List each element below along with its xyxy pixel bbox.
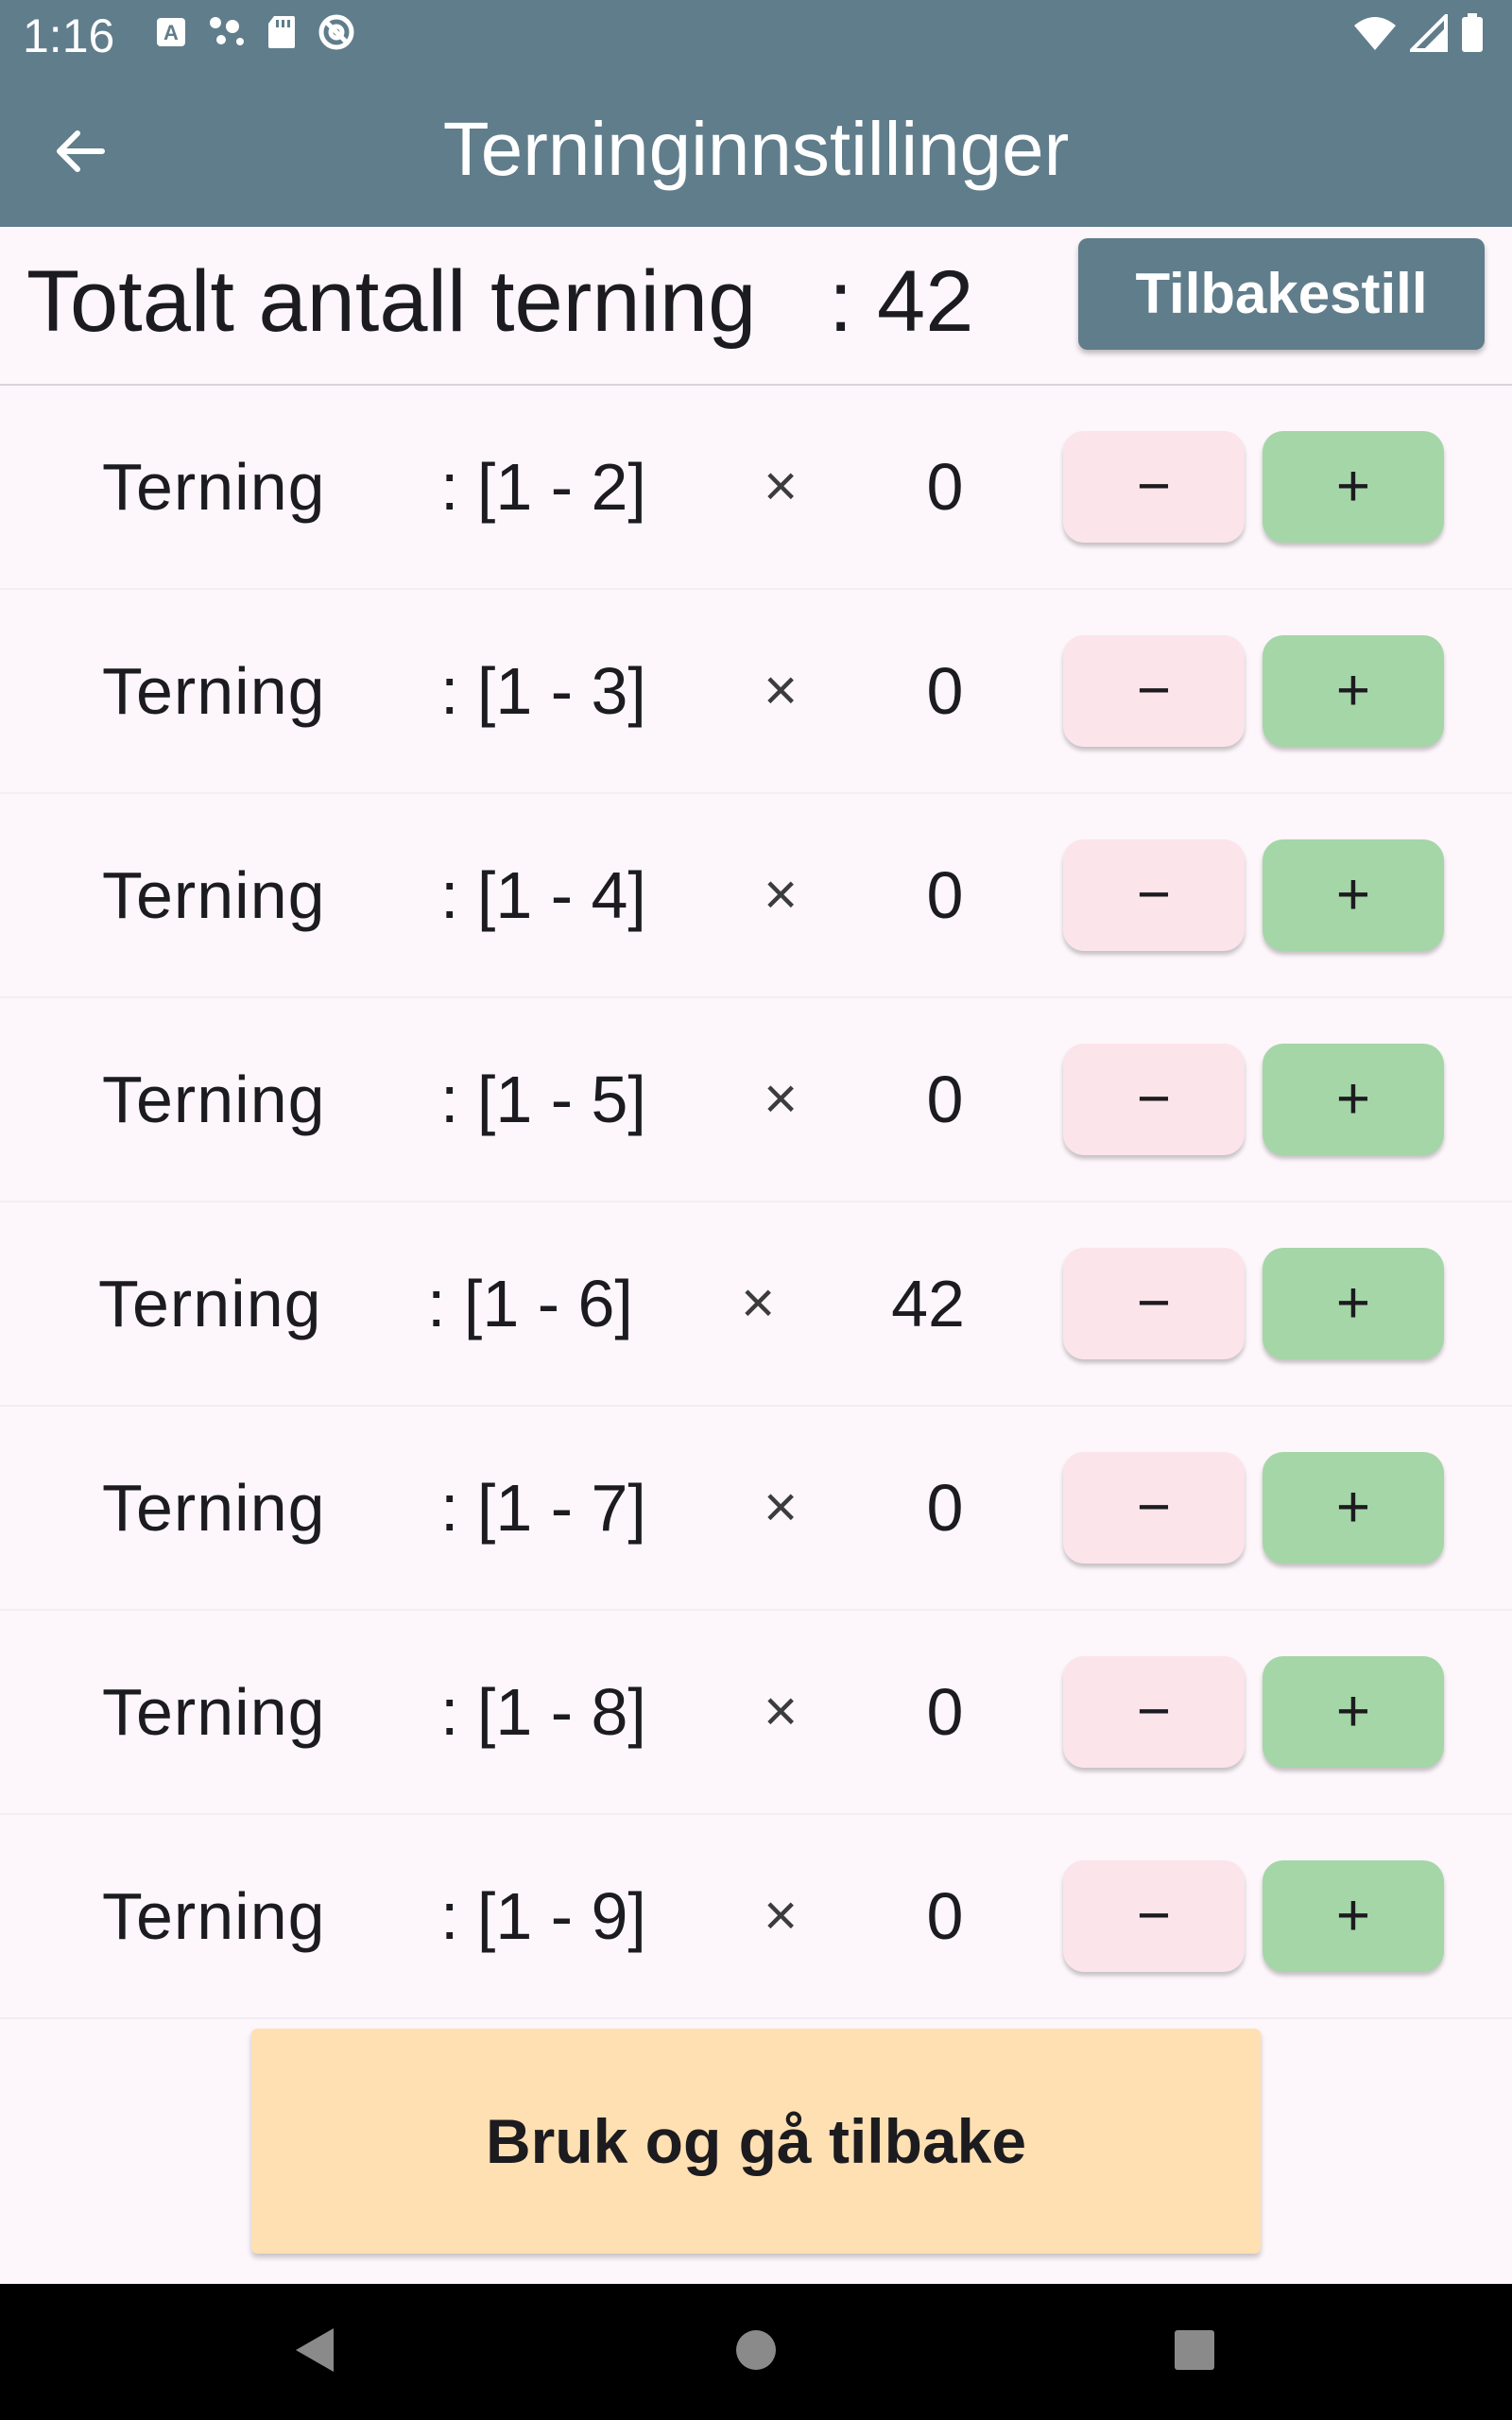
keyboard-a-icon: A (155, 16, 187, 53)
wifi-icon (1353, 14, 1397, 57)
decrement-button[interactable]: − (1063, 1452, 1245, 1564)
dice-label: Terning (102, 1471, 326, 1545)
sd-card-icon (266, 14, 297, 55)
dice-label: Terning (102, 858, 326, 932)
system-nav-bar (0, 2284, 1512, 2420)
dice-label: Terning (102, 1879, 326, 1953)
dice-row: Terning : [1 - 2] × 0 − + (0, 386, 1512, 590)
increment-button[interactable]: + (1263, 1452, 1444, 1564)
dice-count: 0 (926, 1675, 964, 1749)
increment-button[interactable]: + (1263, 1860, 1444, 1972)
dice-list: Terning : [1 - 2] × 0 − + Terning : [1 -… (0, 386, 1512, 2019)
dice-label: Terning (98, 1267, 322, 1340)
dice-row: Terning : [1 - 6] × 42 − + (0, 1202, 1512, 1407)
battery-icon (1461, 13, 1484, 58)
dice-range: : [1 - 6] (427, 1267, 633, 1340)
svg-text:A: A (163, 21, 179, 44)
increment-button[interactable]: + (1263, 635, 1444, 747)
triangle-back-icon (290, 2325, 337, 2380)
apply-and-back-button[interactable]: Bruk og gå tilbake (251, 2029, 1261, 2254)
reset-button[interactable]: Tilbakestill (1078, 238, 1485, 350)
nav-recents-button[interactable] (1155, 2312, 1234, 2392)
dice-label: Terning (102, 654, 326, 728)
page-title: Terninginnstillinger (442, 107, 1070, 191)
dice-range: : [1 - 4] (440, 858, 646, 932)
dice-count: 0 (926, 1063, 964, 1136)
dice-count: 0 (926, 450, 964, 524)
total-header: Totalt antall terning : 42 Tilbakestill (0, 227, 1512, 386)
status-bar: 1:16 A (0, 0, 1512, 72)
circle-home-icon (733, 2327, 779, 2377)
square-recents-icon (1173, 2328, 1216, 2377)
multiply-sign: × (764, 454, 799, 519)
multiply-sign: × (764, 1883, 799, 1948)
dice-range: : [1 - 9] (440, 1879, 646, 1953)
decrement-button[interactable]: − (1063, 839, 1245, 951)
dice-count: 0 (926, 654, 964, 728)
dice-range: : [1 - 5] (440, 1063, 646, 1136)
multiply-sign: × (741, 1270, 776, 1336)
dice-row: Terning : [1 - 5] × 0 − + (0, 998, 1512, 1202)
dice-count: 0 (926, 1471, 964, 1545)
dice-range: : [1 - 8] (440, 1675, 646, 1749)
dice-label: Terning (102, 1063, 326, 1136)
status-time: 1:16 (23, 9, 115, 62)
top-bar: 1:16 A Terninginnstillinger (0, 0, 1512, 227)
dice-range: : [1 - 7] (440, 1471, 646, 1545)
increment-button[interactable]: + (1263, 1248, 1444, 1359)
dice-row: Terning : [1 - 8] × 0 − + (0, 1611, 1512, 1815)
dice-row: Terning : [1 - 9] × 0 − + (0, 1815, 1512, 2019)
decrement-button[interactable]: − (1063, 431, 1245, 543)
status-icons-left: A (155, 13, 355, 56)
dice-count: 0 (926, 1879, 964, 1953)
multiply-sign: × (764, 1066, 799, 1132)
dice-row: Terning : [1 - 4] × 0 − + (0, 794, 1512, 998)
multiply-sign: × (764, 1679, 799, 1744)
decrement-button[interactable]: − (1063, 1248, 1245, 1359)
status-icons-right (1353, 11, 1484, 58)
decrement-button[interactable]: − (1063, 1044, 1245, 1155)
dice-row: Terning : [1 - 3] × 0 − + (0, 590, 1512, 794)
app-bar: Terninginnstillinger (0, 72, 1512, 227)
dice-count: 42 (891, 1267, 965, 1340)
cell-signal-icon (1407, 11, 1448, 57)
multiply-sign: × (764, 862, 799, 927)
dice-range: : [1 - 2] (440, 450, 646, 524)
dice-label: Terning (102, 1675, 326, 1749)
increment-button[interactable]: + (1263, 839, 1444, 951)
dice-label: Terning (102, 450, 326, 524)
increment-button[interactable]: + (1263, 1044, 1444, 1155)
screen: 1:16 A Terninginnstillinger Totalt antal… (0, 0, 1512, 2420)
dice-row: Terning : [1 - 7] × 0 − + (0, 1407, 1512, 1611)
multiply-sign: × (764, 1475, 799, 1540)
increment-button[interactable]: + (1263, 431, 1444, 543)
assistant-dots-icon (208, 15, 246, 54)
multiply-sign: × (764, 658, 799, 723)
dice-range: : [1 - 3] (440, 654, 646, 728)
decrement-button[interactable]: − (1063, 635, 1245, 747)
dice-count: 0 (926, 858, 964, 932)
decrement-button[interactable]: − (1063, 1860, 1245, 1972)
nav-home-button[interactable] (716, 2312, 796, 2392)
increment-button[interactable]: + (1263, 1656, 1444, 1768)
nav-back-button[interactable] (274, 2312, 353, 2392)
decrement-button[interactable]: − (1063, 1656, 1245, 1768)
at-sign-icon (318, 13, 355, 56)
total-dice-label: Totalt antall terning : 42 (26, 253, 974, 350)
